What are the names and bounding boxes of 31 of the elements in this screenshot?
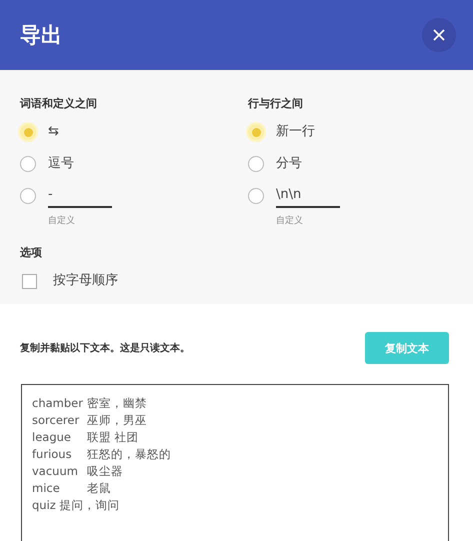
export-text-area[interactable]: chamber 密室，幽禁 sorcerer 巫师，男巫 league 联盟 社团 furious 狂怒的，暴怒的 vacuum 吸尘器 mice 老鼠 quiz 提问，询问 [21,384,449,541]
instruction-text: 复制并黏贴以下文本。这是只读文本。 [20,341,190,355]
export-line: sorcerer 巫师，男巫 [32,412,148,429]
section-heading: 行与行之间 [248,96,304,111]
export-line: chamber 密室，幽禁 [32,395,148,412]
export-line: league 联盟 社团 [32,429,140,446]
radio-button[interactable] [248,188,264,204]
option-label: 分号 [276,155,302,173]
section-heading: 词语和定义之间 [20,96,98,111]
custom-separator-field[interactable]: - [48,187,112,208]
close-icon [433,29,445,41]
checkbox-label: 按字母顺序 [53,272,118,290]
custom-separator-field[interactable]: \n\n [276,187,340,208]
option-label: 新一行 [276,123,315,141]
export-line: mice 老鼠 [32,480,112,497]
option-label: 逗号 [48,155,74,173]
close-button[interactable] [422,18,456,52]
field-hint: 自定义 [48,214,76,227]
radio-button[interactable] [20,188,36,204]
radio-button[interactable] [20,124,36,140]
radio-button[interactable] [248,124,264,140]
radio-button[interactable] [248,156,264,172]
export-line: quiz 提问，询问 [32,497,120,514]
field-hint: 自定义 [276,214,304,227]
checkbox[interactable] [22,274,37,288]
radio-button[interactable] [20,156,36,172]
section-heading: 选项 [20,245,43,260]
option-label: ⇆ [48,123,59,141]
export-line: furious 狂怒的，暴怒的 [32,446,172,463]
export-line: vacuum 吸尘器 [32,463,124,480]
dialog-title: 导出 [20,22,62,49]
